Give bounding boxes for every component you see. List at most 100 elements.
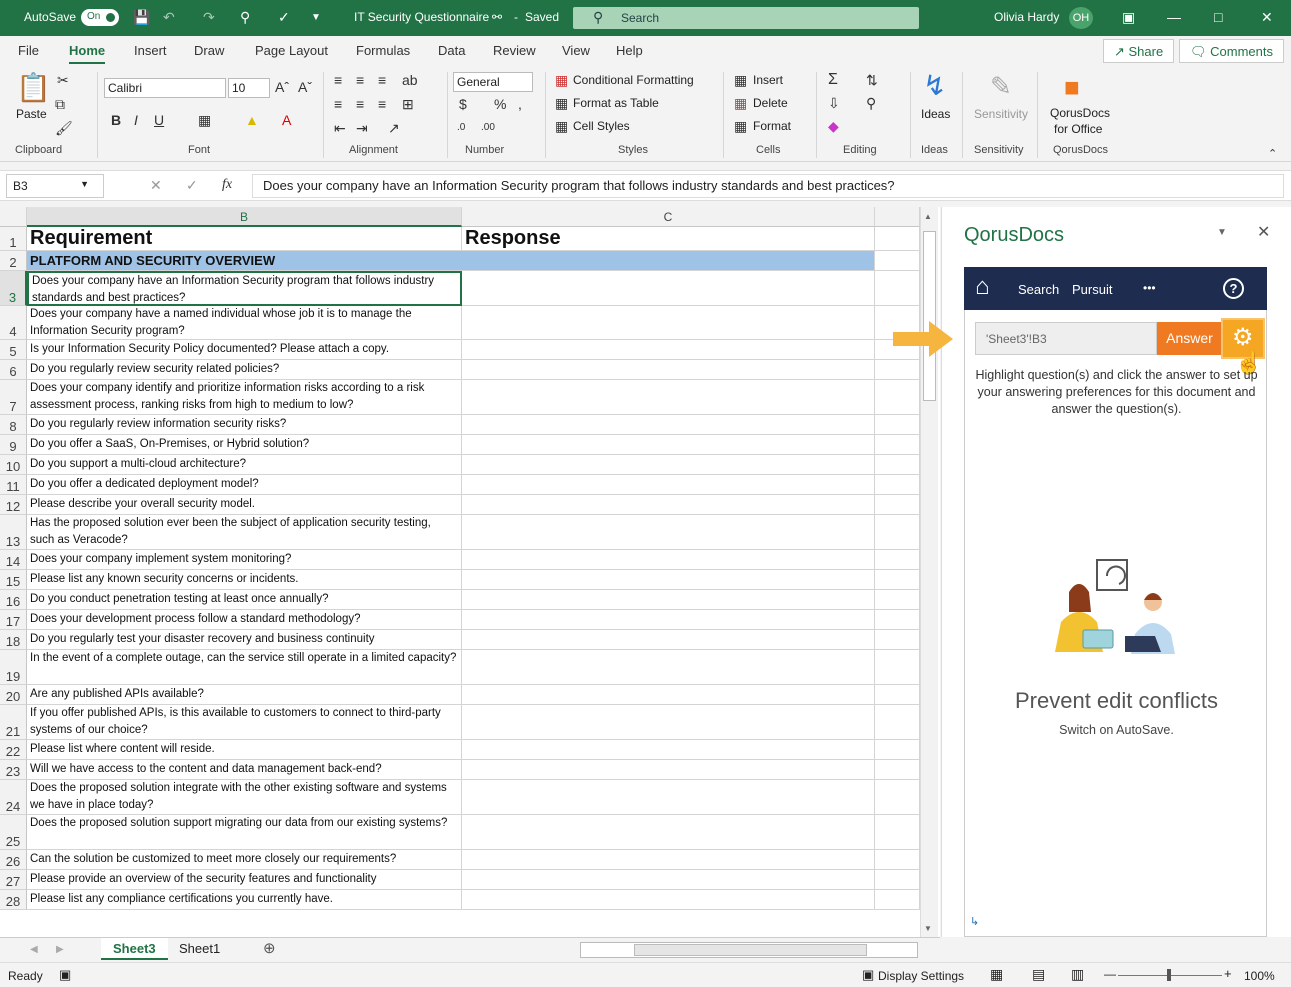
cell-b17[interactable]: Does your development process follow a s… xyxy=(27,610,462,630)
row-header[interactable]: 24 xyxy=(0,780,27,815)
qorusdocs-logo-icon[interactable]: ■ xyxy=(1064,72,1080,102)
cell-b28[interactable]: Please list any compliance certification… xyxy=(27,890,462,910)
cell-c16[interactable] xyxy=(462,590,875,610)
row-header[interactable]: 23 xyxy=(0,760,27,780)
qorusdocs-button-label1[interactable]: QorusDocs xyxy=(1050,106,1110,120)
cell-b16[interactable]: Do you conduct penetration testing at le… xyxy=(27,590,462,610)
format-as-table-icon[interactable]: ▦ xyxy=(555,95,568,111)
increase-indent-icon[interactable]: ⇥ xyxy=(356,120,368,136)
percent-icon[interactable]: % xyxy=(494,96,506,112)
row-header[interactable]: 20 xyxy=(0,685,27,705)
cell-c26[interactable] xyxy=(462,850,875,870)
cell-d24[interactable] xyxy=(875,780,920,815)
tab-data[interactable]: Data xyxy=(438,43,465,58)
format-cells-icon[interactable]: ▦ xyxy=(734,118,747,134)
cell-b12[interactable]: Please describe your overall security mo… xyxy=(27,495,462,515)
cell-c13[interactable] xyxy=(462,515,875,550)
page-layout-view-icon[interactable]: ▤ xyxy=(1032,966,1045,983)
cell-c21[interactable] xyxy=(462,705,875,740)
cell-c11[interactable] xyxy=(462,475,875,495)
cell-c28[interactable] xyxy=(462,890,875,910)
row-header[interactable]: 4 xyxy=(0,306,27,340)
conditional-formatting-button[interactable]: Conditional Formatting xyxy=(573,73,694,87)
insert-cells-icon[interactable]: ▦ xyxy=(734,72,747,88)
cell-b19[interactable]: In the event of a complete outage, can t… xyxy=(27,650,462,685)
autosave-toggle[interactable]: On xyxy=(81,9,119,26)
clear-icon[interactable]: ◆ xyxy=(828,118,839,134)
undo-icon[interactable]: ↶ xyxy=(163,9,175,26)
ideas-button[interactable]: Ideas xyxy=(921,107,950,121)
row-header[interactable]: 28 xyxy=(0,890,27,910)
decrease-font-icon[interactable]: Aˇ xyxy=(298,79,312,95)
row-header[interactable]: 2 xyxy=(0,251,27,271)
row-header[interactable]: 10 xyxy=(0,455,27,475)
minimize-icon[interactable]: — xyxy=(1167,9,1181,25)
cell-c14[interactable] xyxy=(462,550,875,570)
row-header[interactable]: 14 xyxy=(0,550,27,570)
home-icon[interactable]: ⌂ xyxy=(975,274,990,300)
cell-c25[interactable] xyxy=(462,815,875,850)
zoom-level[interactable]: 100% xyxy=(1244,969,1275,983)
cell-c7[interactable] xyxy=(462,380,875,415)
cell-c3[interactable] xyxy=(462,271,875,306)
cell-b6[interactable]: Do you regularly review security related… xyxy=(27,360,462,380)
cut-icon[interactable]: ✂ xyxy=(57,72,69,88)
cell-c20[interactable] xyxy=(462,685,875,705)
bottom-align-icon[interactable]: ≡ xyxy=(378,72,386,88)
user-name[interactable]: Olivia Hardy xyxy=(994,10,1059,24)
tab-draw[interactable]: Draw xyxy=(194,43,224,58)
cell-b14[interactable]: Does your company implement system monit… xyxy=(27,550,462,570)
cell-styles-icon[interactable]: ▦ xyxy=(555,118,568,134)
font-name-select[interactable]: Calibri xyxy=(104,78,226,98)
cell-c27[interactable] xyxy=(462,870,875,890)
delete-cells-button[interactable]: Delete xyxy=(753,96,788,110)
column-header-d[interactable] xyxy=(875,207,920,227)
insert-function-icon[interactable]: fx xyxy=(222,177,232,193)
cell-d22[interactable] xyxy=(875,740,920,760)
orientation-icon[interactable]: ↗ xyxy=(388,120,400,136)
answer-button[interactable]: Answer xyxy=(1157,322,1222,355)
display-settings-label[interactable]: Display Settings xyxy=(878,969,964,983)
search-box[interactable]: ⚲ Search xyxy=(573,7,919,29)
font-color-icon[interactable]: A xyxy=(282,112,291,128)
format-as-table-button[interactable]: Format as Table xyxy=(573,96,659,110)
nav-search[interactable]: Search xyxy=(1018,282,1059,297)
row-header[interactable]: 6 xyxy=(0,360,27,380)
row-header[interactable]: 8 xyxy=(0,415,27,435)
cell-d8[interactable] xyxy=(875,415,920,435)
cell-c24[interactable] xyxy=(462,780,875,815)
sheet-tab-sheet3[interactable]: Sheet3 xyxy=(101,938,168,960)
cell-b7[interactable]: Does your company identify and prioritiz… xyxy=(27,380,462,415)
touch-mode-icon[interactable]: ⚲ xyxy=(240,9,250,26)
cell-d19[interactable] xyxy=(875,650,920,685)
cell-d1[interactable] xyxy=(875,227,920,251)
row-header[interactable]: 18 xyxy=(0,630,27,650)
cell-c23[interactable] xyxy=(462,760,875,780)
customize-qat-icon[interactable]: ▼ xyxy=(311,12,321,23)
cell-c1[interactable]: Response xyxy=(462,227,875,251)
insert-cells-button[interactable]: Insert xyxy=(753,73,783,87)
cell-d6[interactable] xyxy=(875,360,920,380)
row-header[interactable]: 22 xyxy=(0,740,27,760)
cell-d25[interactable] xyxy=(875,815,920,850)
cell-d18[interactable] xyxy=(875,630,920,650)
cell-c22[interactable] xyxy=(462,740,875,760)
align-center-icon[interactable]: ≡ xyxy=(356,96,364,112)
qorusdocs-button-label2[interactable]: for Office xyxy=(1054,122,1102,136)
format-cells-button[interactable]: Format xyxy=(753,119,791,133)
row-header[interactable]: 1 xyxy=(0,227,27,251)
avatar[interactable]: OH xyxy=(1069,7,1093,29)
row-header[interactable]: 25 xyxy=(0,815,27,850)
row-header[interactable]: 15 xyxy=(0,570,27,590)
cell-d17[interactable] xyxy=(875,610,920,630)
cell-d9[interactable] xyxy=(875,435,920,455)
sort-filter-icon[interactable]: ⇅ xyxy=(866,72,878,88)
underline-icon[interactable]: U xyxy=(154,112,164,128)
cell-d15[interactable] xyxy=(875,570,920,590)
cell-d2[interactable] xyxy=(875,251,920,271)
cell-c5[interactable] xyxy=(462,340,875,360)
row-header[interactable]: 3 xyxy=(0,271,27,306)
copy-icon[interactable]: ⧉ xyxy=(55,96,65,112)
cell-d20[interactable] xyxy=(875,685,920,705)
cell-c18[interactable] xyxy=(462,630,875,650)
